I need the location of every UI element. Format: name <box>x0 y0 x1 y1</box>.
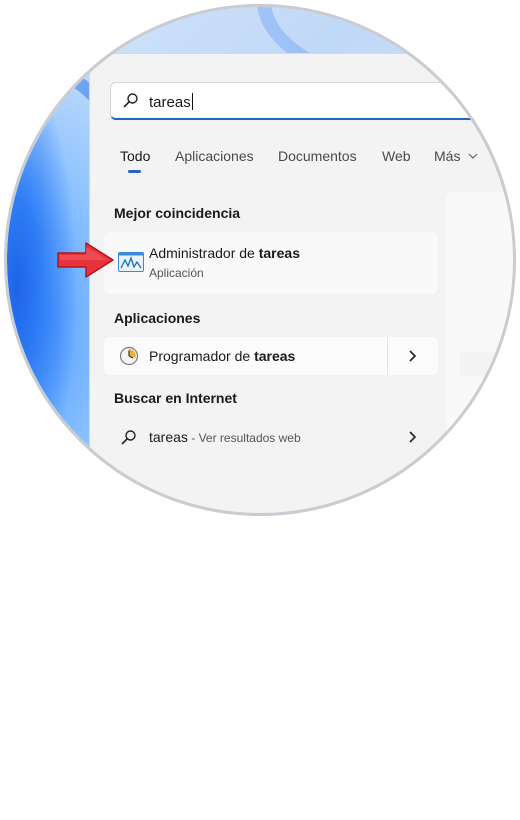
search-query: tareas <box>149 94 191 111</box>
active-tab-indicator <box>128 170 141 173</box>
search-icon <box>123 93 138 108</box>
tab-documentos[interactable]: Documentos <box>278 148 357 164</box>
best-match-name-prefix: Administrador de <box>149 245 259 261</box>
search-icon <box>121 430 136 445</box>
best-match-name: Administrador de tareas <box>149 245 300 261</box>
text-caret <box>191 93 193 110</box>
section-title-web: Buscar en Internet <box>114 390 237 406</box>
web-result-row: tareas - Ver resultados web <box>104 418 438 456</box>
app-result-label: Programador de tareas <box>149 348 295 364</box>
task-scheduler-icon <box>119 346 139 366</box>
app-result-name-highlight: tareas <box>254 348 296 364</box>
web-result-search[interactable]: tareas - Ver resultados web <box>104 418 386 456</box>
section-title-apps: Aplicaciones <box>114 310 201 326</box>
preview-pane <box>446 192 520 522</box>
row-divider <box>387 337 388 375</box>
tab-mas[interactable]: Más <box>434 148 478 164</box>
task-manager-icon <box>118 252 144 272</box>
app-result-programador[interactable]: Programador de tareas <box>104 337 386 375</box>
tab-aplicaciones[interactable]: Aplicaciones <box>175 148 254 164</box>
best-match-type: Aplicación <box>149 266 204 280</box>
chevron-right-icon[interactable] <box>404 429 420 445</box>
web-result-suffix: - Ver resultados web <box>187 431 301 445</box>
web-result-label: tareas - Ver resultados web <box>149 429 301 445</box>
chevron-right-icon[interactable] <box>404 348 420 364</box>
red-arrow-pointer <box>57 242 114 278</box>
app-result-name-prefix: Programador de <box>149 348 255 364</box>
tab-web[interactable]: Web <box>382 148 411 164</box>
best-match-result[interactable]: Administrador de tareas Aplicación <box>104 232 438 294</box>
chevron-down-icon <box>468 153 478 159</box>
best-match-name-highlight: tareas <box>258 245 300 261</box>
web-result-query: tareas <box>149 429 188 445</box>
search-query-wrap: tareas <box>149 93 193 111</box>
app-result-row: Programador de tareas <box>104 337 438 375</box>
search-input[interactable]: tareas <box>110 82 490 120</box>
preview-placeholder <box>460 352 520 376</box>
tab-todo[interactable]: Todo <box>120 148 150 164</box>
section-title-best-match: Mejor coincidencia <box>114 205 241 221</box>
tab-mas-label: Más <box>434 148 461 164</box>
